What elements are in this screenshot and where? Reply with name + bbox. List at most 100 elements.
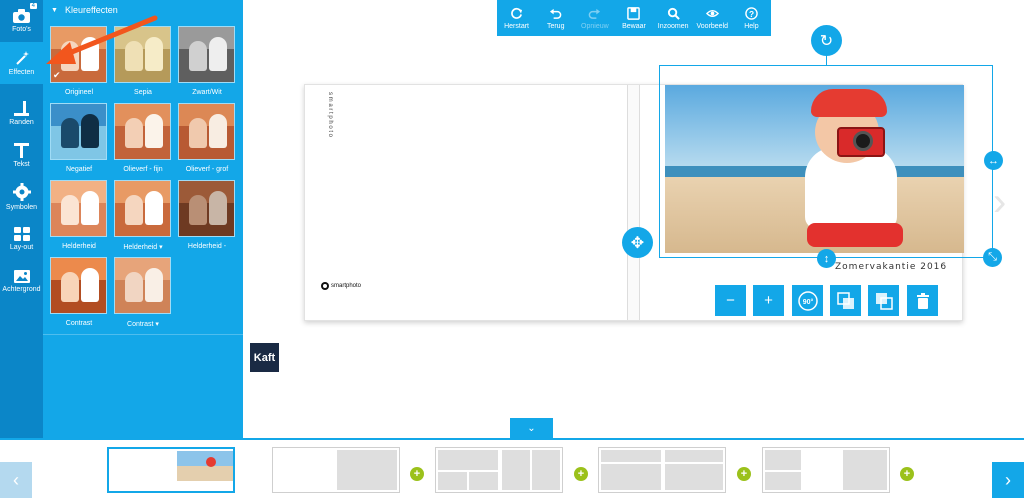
effect-thumb-contrast-down[interactable] [114,257,171,314]
selection-frame [659,65,993,258]
effect-thumb-brightness-up[interactable] [50,180,107,237]
add-page-button[interactable]: + [574,467,588,481]
filmstrip-next-button[interactable]: › [992,462,1024,498]
preview-button[interactable]: Voorbeeld [693,0,732,36]
thumb-placeholder [438,472,467,490]
thumb-placeholder [843,450,887,490]
page-thumb-2[interactable] [272,447,400,493]
cover-label-badge[interactable]: Kaft [250,343,279,372]
page-thumb-4[interactable] [598,447,726,493]
rotate-icon: ↻ [819,32,834,50]
thumb-photo-hat [206,457,216,467]
thumb-figure [209,37,227,71]
photo-caption[interactable]: Zomervakantie 2016 [835,262,947,272]
plus-icon: + [764,292,773,309]
rotate-90-button[interactable]: 90° [792,285,823,316]
effect-thumb-contrast-up[interactable] [50,257,107,314]
resize-vertical-handle[interactable]: ↕ [817,249,836,268]
zoom-in-button[interactable]: + [753,285,784,316]
thumb-figure [81,114,99,148]
nav-item-background[interactable]: Achtergrond [0,260,43,302]
thumb-figure [145,114,163,148]
publisher-logo: smartphoto [321,282,361,290]
resize-horizontal-handle[interactable]: ↔ [984,151,1003,170]
collapse-filmstrip-button[interactable]: ⌄ [510,418,553,439]
undo-icon [550,8,562,19]
effect-thumb-negative[interactable] [50,103,107,160]
toolbar-label: Herstart [504,22,530,30]
thumb-figure [209,191,227,225]
thumb-figure [81,191,99,225]
page-thumb-3[interactable] [435,447,563,493]
effect-label: Helderheid [62,243,96,250]
move-handle[interactable]: ✥ [622,227,653,258]
chevron-left-icon: ‹ [13,469,19,490]
nav-label-symbols: Symbolen [5,204,38,211]
effect-label: Olieverf - grof [185,166,229,173]
thumb-figure [61,272,79,302]
chevron-down-icon: ⌄ [527,423,536,434]
send-backward-icon [875,292,893,310]
page-thumb-5[interactable] [762,447,890,493]
nav-item-text[interactable]: Tekst [0,134,43,176]
effect-thumb-oil-fine[interactable] [114,103,171,160]
nav-label-layout: Lay-out [9,244,34,251]
add-page-button[interactable]: + [900,467,914,481]
magic-wand-icon [15,51,29,65]
toolbar-label: Voorbeeld [696,22,729,30]
plus-icon: + [903,468,911,480]
add-page-button[interactable]: + [410,467,424,481]
resize-corner-handle[interactable]: ⤡ [983,248,1002,267]
send-backward-button[interactable] [868,285,899,316]
nav-item-borders[interactable]: Randen [0,92,43,134]
effect-label: Helderheid ▾ [123,244,163,251]
thumb-placeholder [532,450,560,490]
thumb-placeholder [665,450,723,462]
nav-label-text: Tekst [13,160,30,168]
bring-forward-button[interactable] [830,285,861,316]
help-button[interactable]: ? Help [732,0,771,36]
zoom-out-button[interactable]: − [715,285,746,316]
zoom-button[interactable]: Inzoomen [654,0,693,36]
nav-label-effects: Effecten [8,69,35,76]
svg-text:?: ? [749,8,754,18]
effect-thumb-black-white[interactable] [178,26,235,83]
thumb-figure [189,195,207,225]
thumb-figure [81,268,99,302]
nav-item-effects[interactable]: Effecten [0,42,43,84]
thumb-placeholder [765,472,801,490]
chevron-right-icon: › [1005,469,1011,490]
horizontal-arrows-icon: ↔ [988,154,999,167]
text-icon [14,142,29,158]
undo-button[interactable]: Terug [536,0,575,36]
trash-icon [916,292,929,309]
toolbar-label: Opnieuw [581,22,609,30]
main-toolbar: Herstart Terug Opnieuw Bewaar Inzoomen V… [497,0,771,36]
restart-button[interactable]: Herstart [497,0,536,36]
effect-thumb-oil-coarse[interactable] [178,103,235,160]
delete-button[interactable] [907,285,938,316]
thumb-figure [209,114,227,148]
effect-label: Olieverf - fijn [123,166,163,173]
annotation-arrow [46,15,158,64]
rotate-handle[interactable]: ↻ [811,25,842,56]
plus-icon: + [577,468,585,480]
effect-thumb-brightness-mid[interactable] [114,180,171,237]
add-page-button[interactable]: + [737,467,751,481]
effect-thumb-brightness-down[interactable] [178,180,235,237]
nav-item-symbols[interactable]: Symbolen [0,176,43,218]
save-icon [627,6,641,20]
thumb-figure [189,118,207,148]
save-button[interactable]: Bewaar [614,0,653,36]
next-page-chevron-icon[interactable]: › [993,182,1017,226]
filmstrip-prev-button[interactable]: ‹ [0,462,32,498]
thumb-figure [189,41,207,71]
plus-icon: + [740,468,748,480]
nav-item-layout[interactable]: Lay-out [0,218,43,260]
page-thumb-cover[interactable] [107,447,235,493]
thumb-figure [125,118,143,148]
nav-item-photos[interactable]: 4 Foto's [0,0,43,42]
redo-icon [589,8,601,19]
redo-button[interactable]: Opnieuw [575,0,614,36]
help-icon: ? [745,6,758,20]
